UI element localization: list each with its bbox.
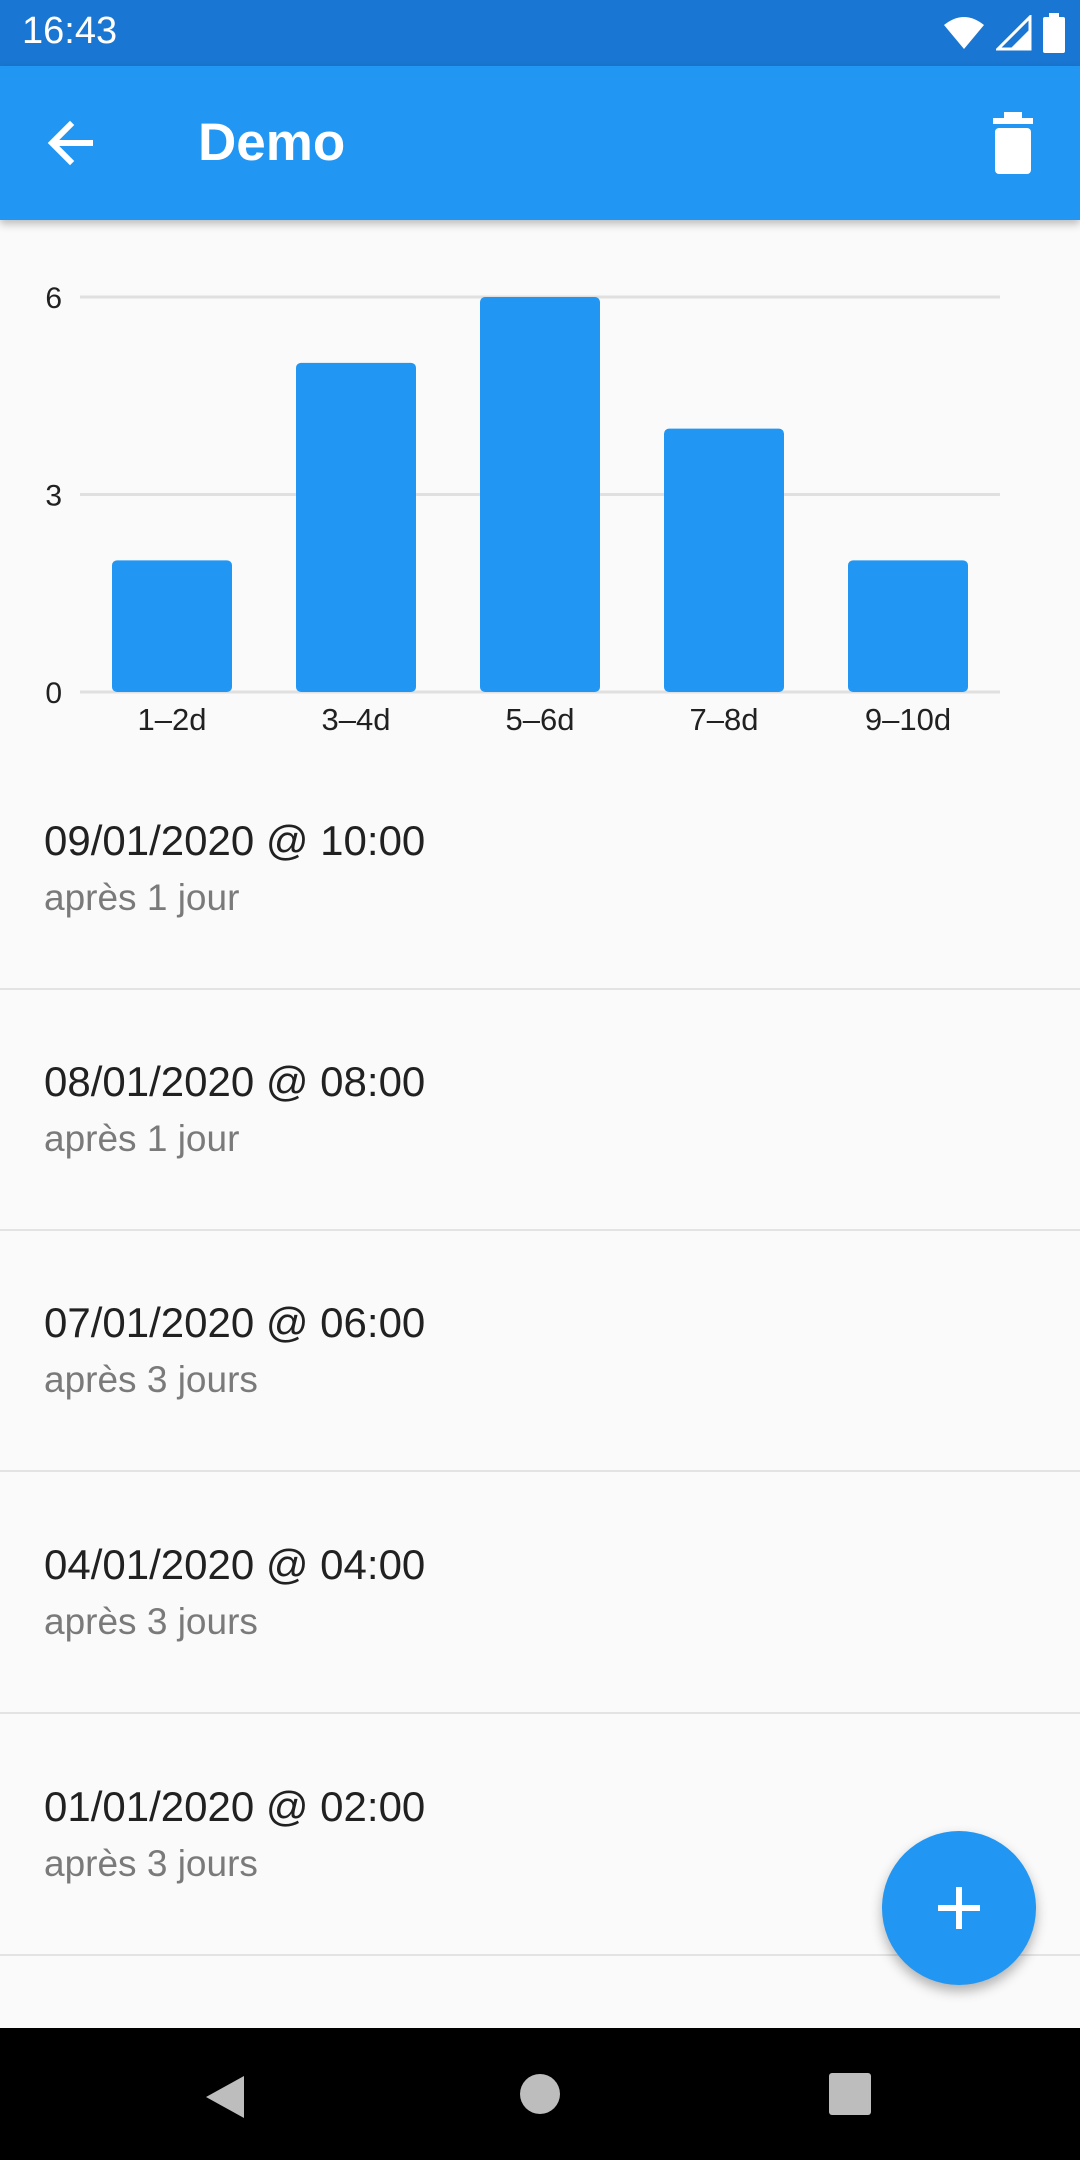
navigation-bar [0, 2028, 1080, 2160]
list-item-subtitle: après 1 jour [44, 877, 240, 918]
add-button[interactable] [882, 1831, 1036, 1985]
list-item[interactable]: 09/01/2020 @ 10:00 après 1 jour [0, 749, 1080, 990]
wifi-icon [944, 17, 984, 49]
list-item-date: 07/01/2020 @ 06:00 [44, 1299, 426, 1346]
status-bar: 16:43 [0, 0, 1080, 66]
page-title: Demo [198, 113, 346, 172]
arrow-back-icon [47, 120, 93, 166]
list-item-subtitle: après 3 jours [44, 1359, 258, 1400]
list-item-date: 08/01/2020 @ 08:00 [44, 1058, 426, 1105]
chart-bar [848, 560, 968, 692]
y-tick-label: 3 [45, 480, 62, 513]
x-tick-label: 9–10d [865, 702, 951, 737]
list-item[interactable]: 04/01/2020 @ 04:00 après 3 jours [0, 1473, 1080, 1714]
x-tick-label: 5–6d [506, 702, 575, 737]
recents-square-icon[interactable] [829, 2073, 871, 2115]
back-triangle-icon[interactable] [200, 2072, 250, 2122]
chart-bar [112, 560, 232, 692]
list-item-subtitle: après 3 jours [44, 1843, 258, 1884]
chart-bar [296, 362, 416, 692]
cell-signal-icon [996, 15, 1032, 51]
bar-chart: 0 3 6 1–2d 3–4d 5–6d 7–8d 9–10d [45, 282, 1000, 737]
y-tick-label: 0 [45, 677, 62, 710]
list-item[interactable]: 07/01/2020 @ 06:00 après 3 jours [0, 1231, 1080, 1472]
x-tick-label: 1–2d [138, 702, 207, 737]
x-tick-label: 7–8d [690, 702, 759, 737]
home-circle-icon[interactable] [518, 2072, 562, 2116]
battery-icon [1043, 13, 1065, 53]
chart-bar [480, 297, 600, 692]
list-item-date: 04/01/2020 @ 04:00 [44, 1541, 426, 1588]
plus-icon [938, 1887, 980, 1929]
status-time: 16:43 [22, 10, 118, 52]
list-item-date: 01/01/2020 @ 02:00 [44, 1783, 426, 1830]
delete-button[interactable] [978, 108, 1048, 178]
y-tick-label: 6 [45, 282, 62, 315]
list-item-date: 09/01/2020 @ 10:00 [44, 817, 426, 864]
list-item-subtitle: après 3 jours [44, 1601, 258, 1642]
chart-bar [664, 428, 784, 692]
trash-icon [993, 112, 1033, 174]
list-item-subtitle: après 1 jour [44, 1118, 240, 1159]
x-tick-label: 3–4d [322, 702, 391, 737]
back-button[interactable] [40, 111, 110, 175]
status-icons [942, 12, 1066, 54]
list-item[interactable]: 08/01/2020 @ 08:00 après 1 jour [0, 990, 1080, 1231]
app-bar: Demo [0, 66, 1080, 220]
